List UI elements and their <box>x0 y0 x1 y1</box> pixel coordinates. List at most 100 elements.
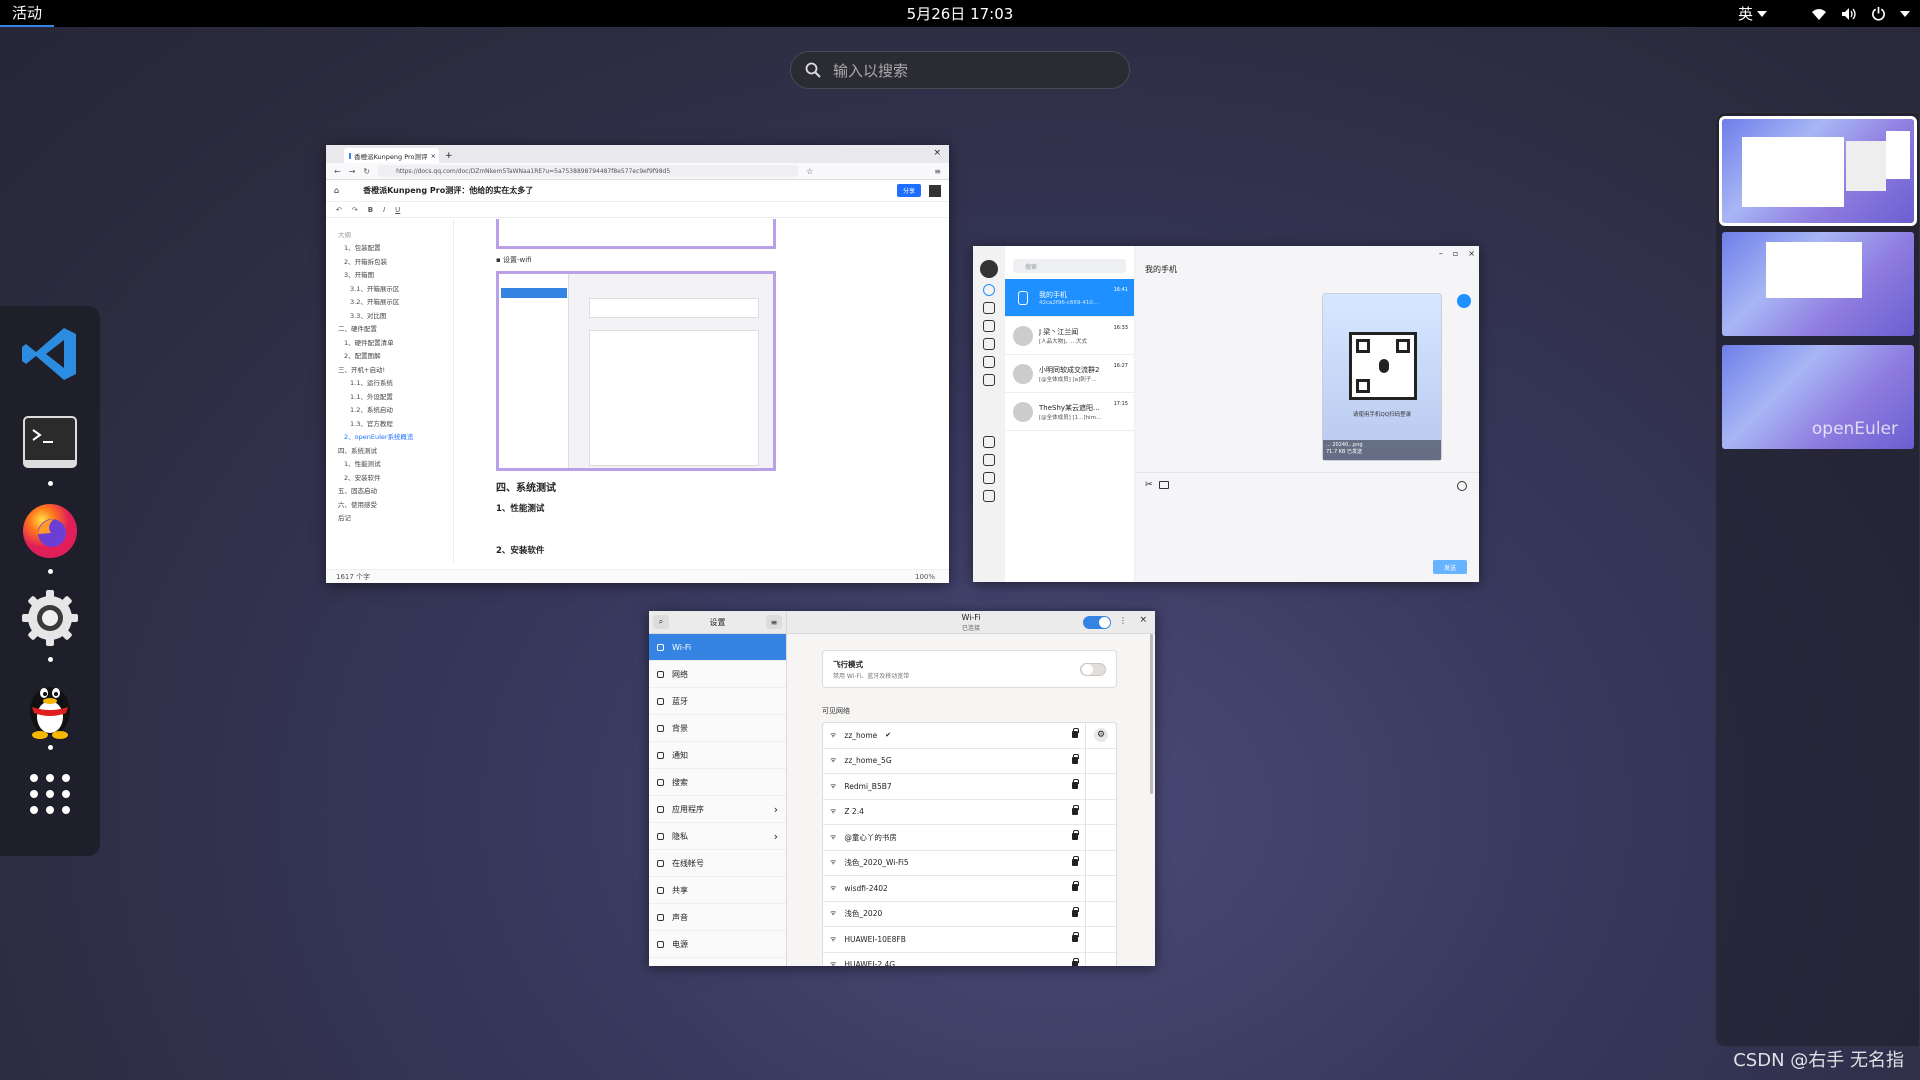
chat-search-input[interactable]: 搜索 <box>1013 259 1126 273</box>
outline-item[interactable]: 3、开箱图 <box>338 268 453 282</box>
airplane-mode-row[interactable]: 飞行模式 禁用 Wi-Fi、蓝牙及移动宽带 <box>822 650 1117 688</box>
outline-item[interactable]: 3.2、开箱展示区 <box>338 295 453 309</box>
airplane-mode-toggle[interactable] <box>1080 663 1106 676</box>
avatar[interactable] <box>929 184 941 197</box>
menu-icon[interactable]: ≡ <box>934 167 949 176</box>
more-options-icon[interactable]: ⋮ <box>1119 616 1127 625</box>
sidebar-item[interactable]: 应用程序 › <box>649 796 786 823</box>
workspace-2[interactable] <box>1722 232 1914 336</box>
star-icon[interactable] <box>983 320 995 332</box>
folder-icon[interactable] <box>1159 481 1169 489</box>
sidebar-item[interactable]: 搜索 <box>649 769 786 796</box>
search-icon[interactable]: ⌕ <box>653 615 669 629</box>
toolbar-bold-icon[interactable]: B <box>368 206 373 214</box>
mail-icon[interactable] <box>983 436 995 448</box>
outline-item[interactable]: 1、硬件配置清单 <box>338 335 453 349</box>
volume-icon[interactable] <box>1841 7 1857 21</box>
network-row[interactable]: ᯤ zz_home ✔ ⚙ <box>823 723 1116 749</box>
bookmark-icon[interactable] <box>983 472 995 484</box>
input-method-indicator[interactable]: 英 <box>1738 3 1767 24</box>
outline-item[interactable]: 六、使用感受 <box>338 497 453 511</box>
outline-item[interactable]: 2、openEuler系统概览 <box>338 430 453 444</box>
chat-item[interactable]: J 梁丶江兰闻 [人品大物]。...犬式 16:33 <box>1005 317 1134 355</box>
video-icon[interactable] <box>983 356 995 368</box>
browser-tab[interactable]: 香橙派Kunpeng Pro测评 × <box>344 148 439 163</box>
sidebar-item[interactable]: 背景 <box>649 715 786 742</box>
home-icon[interactable]: ⌂ <box>334 186 339 195</box>
apps-icon[interactable] <box>983 374 995 386</box>
outline-item[interactable]: 1、性能测试 <box>338 457 453 471</box>
contacts-icon[interactable] <box>983 302 995 314</box>
scissors-icon[interactable]: ✂ <box>1145 480 1153 490</box>
outline-item[interactable]: 1.2、系统启动 <box>338 403 453 417</box>
url-bar[interactable]: https://docs.qq.com/doc/DZmNkem5TaWNaa1R… <box>378 165 799 177</box>
channel-icon[interactable] <box>983 338 995 350</box>
firefox-window-thumbnail[interactable]: 香橙派Kunpeng Pro测评 × + × ← → ↻ https://doc… <box>326 145 949 583</box>
message-icon[interactable] <box>983 284 995 296</box>
firefox-launcher[interactable] <box>16 496 84 574</box>
outline-item[interactable]: 2、安装软件 <box>338 470 453 484</box>
chat-item[interactable]: TheShy某云遮阳... [@全体成员] [1...]hime-佳... 17:1… <box>1005 393 1134 431</box>
outline-item[interactable]: 三、开机+启动! <box>338 362 453 376</box>
close-window-icon[interactable]: × <box>933 148 941 158</box>
network-row[interactable]: ᯤ wisdfi-2402 <box>823 876 1116 902</box>
search-box[interactable]: 输入以搜索 <box>790 51 1130 89</box>
new-tab-icon[interactable]: + <box>445 151 453 163</box>
share-button[interactable]: 分享 <box>896 184 921 197</box>
network-row[interactable]: ᯤ HUAWEI-2.4G <box>823 952 1116 966</box>
toolbar-italic-icon[interactable]: I <box>383 206 385 214</box>
toolbar-redo-icon[interactable]: ↷ <box>352 206 358 214</box>
outline-item[interactable]: 2、配置图解 <box>338 349 453 363</box>
scrollbar[interactable] <box>1150 634 1153 794</box>
sidebar-item[interactable]: Wi-Fi <box>649 634 786 661</box>
qq-window-thumbnail[interactable]: 搜索 我的手机42ca2f96-c669-4106-99f4-...16:41J… <box>973 246 1479 582</box>
settings-launcher[interactable] <box>16 584 84 662</box>
sidebar-item[interactable]: 声音 <box>649 904 786 931</box>
sidebar-item[interactable]: 共享 <box>649 877 786 904</box>
vscode-launcher[interactable] <box>16 320 84 388</box>
toolbar-undo-icon[interactable]: ↶ <box>336 206 342 214</box>
reload-icon[interactable]: ↻ <box>363 167 370 176</box>
network-row[interactable]: ᯤ 浅色_2020 <box>823 901 1116 927</box>
outline-item[interactable]: 3.3、对比图 <box>338 308 453 322</box>
outline-item[interactable]: 后记 <box>338 511 453 525</box>
close-icon[interactable]: × <box>1139 615 1147 625</box>
wifi-icon[interactable] <box>1811 7 1827 21</box>
close-tab-icon[interactable]: × <box>431 152 439 160</box>
network-row[interactable]: ᯤ @童心丫的书房 <box>823 825 1116 851</box>
bookmark-star-icon[interactable]: ☆ <box>806 167 813 176</box>
folder-icon[interactable] <box>983 454 995 466</box>
network-row[interactable]: ᯤ Redmi_B5B7 <box>823 774 1116 800</box>
terminal-launcher[interactable] <box>16 408 84 486</box>
wifi-toggle[interactable] <box>1083 616 1111 629</box>
activities-button[interactable]: 活动 <box>0 0 55 27</box>
outline-item[interactable]: 五、固态启动 <box>338 484 453 498</box>
network-settings-gear-icon[interactable]: ⚙ <box>1094 728 1108 742</box>
send-button[interactable]: 发送 <box>1433 560 1467 574</box>
outline-item[interactable]: 3.1、开箱展示区 <box>338 281 453 295</box>
network-row[interactable]: ᯤ HUAWEI-10E8FB <box>823 927 1116 953</box>
history-icon[interactable] <box>1457 481 1467 491</box>
toolbar-underline-icon[interactable]: U <box>395 206 400 214</box>
minimize-icon[interactable]: – <box>1439 249 1443 258</box>
network-row[interactable]: ᯤ Z 2.4 <box>823 799 1116 825</box>
sidebar-item[interactable]: 在线帐号 <box>649 850 786 877</box>
qq-launcher[interactable] <box>16 672 84 750</box>
clock[interactable]: 5月26日 17:03 <box>907 0 1014 27</box>
outline-item[interactable]: 二、硬件配置 <box>338 322 453 336</box>
workspace-3[interactable]: openEuler <box>1722 345 1914 449</box>
chat-item[interactable]: 小明同软成交流群2 [@全体成员] [a]刺子佑... 16:27 <box>1005 355 1134 393</box>
workspace-1[interactable] <box>1719 116 1917 226</box>
forward-icon[interactable]: → <box>349 167 356 176</box>
outline-item[interactable]: 1、包装配置 <box>338 241 453 255</box>
zoom-level[interactable]: 100% <box>915 573 949 581</box>
avatar[interactable] <box>980 260 998 278</box>
chat-item[interactable]: 我的手机42ca2f96-c669-4106-99f4-... 16:41 <box>1005 279 1134 317</box>
network-row[interactable]: ᯤ zz_home_5G <box>823 748 1116 774</box>
qr-image-message[interactable]: 请使用手机QQ扫码登录 ... 20240...png 71.7 KB 已发送 <box>1322 293 1442 461</box>
close-icon[interactable]: × <box>1468 249 1475 258</box>
outline-item[interactable]: 2、开箱拆包装 <box>338 254 453 268</box>
sidebar-item[interactable]: 电源 <box>649 931 786 958</box>
sidebar-item[interactable]: 显示器 <box>649 958 786 966</box>
power-icon[interactable] <box>1871 6 1886 21</box>
